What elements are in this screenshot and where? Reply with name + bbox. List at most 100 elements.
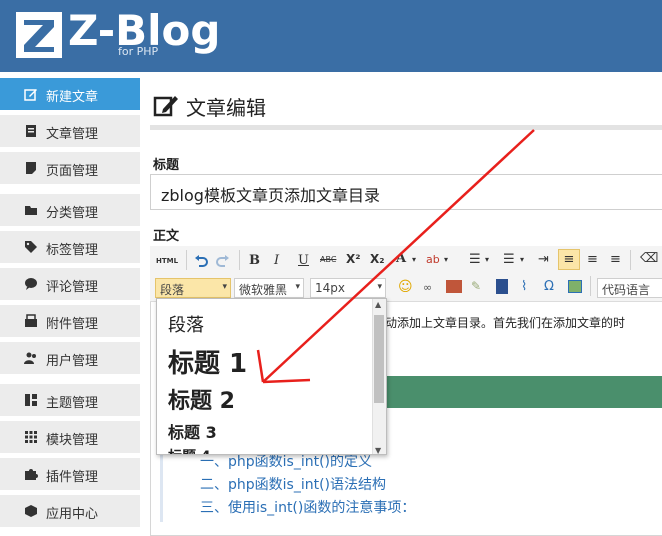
sidebar: 新建文章 文章管理 页面管理 分类管理 标签管理 评论管理 附件管理 用户管理 … [0,72,140,527]
edit-icon [24,89,37,101]
article-icon [26,125,36,137]
content-text: 动添加上文章目录。首先我们在添加文章的时 [385,316,626,330]
chevron-down-icon[interactable]: ▾ [444,255,448,264]
dropdown-item-paragraph[interactable]: 段落 [168,311,204,337]
page-icon [26,162,36,174]
sidebar-item-new-article[interactable]: 新建文章 [0,78,140,110]
font-select[interactable]: 微软雅黑 ▾ [234,278,304,298]
unordered-list-icon[interactable]: ☰ [503,252,515,267]
dropdown-scrollbar[interactable]: ▲ ▼ [372,299,386,454]
attachment-icon[interactable]: ⌇ [521,279,527,294]
sidebar-item-app-center[interactable]: 应用中心 [0,495,140,527]
logo-subtitle: for PHP [118,45,159,58]
html-button[interactable]: HTML [156,257,178,265]
editor-toolbar: HTML B I U ABC X² X₂ A ▾ ab ▾ ☰ ▾ ☰ ▾ ⇥ … [150,246,662,302]
chevron-down-icon[interactable]: ▾ [412,255,416,264]
sidebar-item-label: 模块管理 [46,433,99,448]
sidebar-item-label: 文章管理 [46,127,99,142]
subscript-button[interactable]: X₂ [370,252,385,266]
chevron-down-icon: ▾ [222,282,227,292]
undo-icon[interactable] [194,254,208,268]
dropdown-item-heading-4[interactable]: 标题 4 [168,446,211,454]
sidebar-item-pages[interactable]: 页面管理 [0,152,140,184]
map-icon[interactable] [568,280,582,293]
paste-icon[interactable]: ✎ [471,279,481,293]
sidebar-item-label: 页面管理 [46,164,99,179]
font-select-value: 微软雅黑 [239,283,288,297]
users-icon [24,352,36,364]
code-language-value: 代码语言 [602,283,651,297]
scrollbar-thumb[interactable] [374,315,384,403]
separator [186,250,187,270]
chevron-down-icon[interactable]: ▾ [520,255,524,264]
content-banner [380,376,662,408]
special-char-icon[interactable]: Ω [544,279,554,294]
sidebar-item-label: 主题管理 [46,396,99,411]
module-icon [25,431,37,443]
sidebar-item-comments[interactable]: 评论管理 [0,268,140,300]
sidebar-item-label: 插件管理 [46,470,99,485]
paragraph-select[interactable]: 段落 ▾ [155,278,231,298]
highlight-button[interactable]: ab [426,253,440,266]
app-center-icon [25,505,37,517]
scroll-up-icon[interactable]: ▲ [375,300,381,309]
sidebar-item-articles[interactable]: 文章管理 [0,115,140,147]
separator [239,250,240,270]
sidebar-item-label: 标签管理 [46,243,99,258]
align-center-icon[interactable]: ≡ [587,252,598,267]
align-right-icon[interactable]: ≡ [610,252,621,267]
title-label: 标题 [153,158,180,173]
font-size-select[interactable]: 14px ▾ [310,278,386,298]
title-input[interactable]: zblog模板文章页添加文章目录 [150,174,662,210]
video-icon[interactable] [496,279,508,294]
align-left-icon[interactable]: ≡ [558,249,580,270]
sidebar-item-label: 评论管理 [46,280,99,295]
redo-icon[interactable] [216,254,230,268]
image-icon[interactable] [446,280,462,293]
strikethrough-button[interactable]: ABC [320,255,336,264]
bold-button[interactable]: B [249,253,260,268]
tag-icon [25,241,37,253]
toc-item[interactable]: 二、php函数is_int()语法结构 [200,474,386,494]
paragraph-format-dropdown: 段落 标题 1 标题 2 标题 3 标题 4 ▲ ▼ [156,298,387,455]
sidebar-item-label: 用户管理 [46,354,99,369]
theme-icon [25,394,37,406]
font-color-button[interactable]: A [396,251,406,266]
sidebar-item-attachments[interactable]: 附件管理 [0,305,140,337]
sidebar-item-themes[interactable]: 主题管理 [0,384,140,416]
sidebar-item-tags[interactable]: 标签管理 [0,231,140,263]
emoji-icon[interactable]: ☺ [398,279,413,295]
comment-icon [25,278,37,290]
sidebar-item-users[interactable]: 用户管理 [0,342,140,374]
plugin-icon [25,469,38,480]
toc-item[interactable]: 三、使用is_int()函数的注意事项： [200,497,415,517]
sidebar-item-label: 分类管理 [46,206,99,221]
ordered-list-icon[interactable]: ☰ [469,252,481,267]
link-icon[interactable]: ∞ [423,281,432,294]
eraser-icon[interactable]: ⌫ [640,251,658,266]
sidebar-item-label: 应用中心 [46,507,99,522]
sidebar-item-label: 附件管理 [46,317,99,332]
italic-button[interactable]: I [274,253,279,268]
edit-icon [153,96,178,117]
sidebar-item-categories[interactable]: 分类管理 [0,194,140,226]
code-language-select[interactable]: 代码语言 [597,278,662,298]
chevron-down-icon: ▾ [377,282,382,292]
sidebar-item-plugins[interactable]: 插件管理 [0,458,140,490]
dropdown-item-heading-3[interactable]: 标题 3 [168,419,217,443]
sidebar-item-modules[interactable]: 模块管理 [0,421,140,453]
page-title: 文章编辑 [186,96,266,120]
separator [590,276,591,296]
indent-icon[interactable]: ⇥ [538,252,549,267]
body-label: 正文 [153,229,180,244]
sidebar-item-label: 新建文章 [46,90,99,105]
divider [150,125,662,130]
superscript-button[interactable]: X² [346,252,361,266]
dropdown-item-heading-1[interactable]: 标题 1 [168,343,247,380]
chevron-down-icon: ▾ [295,282,300,292]
scroll-down-icon[interactable]: ▼ [375,446,381,454]
underline-button[interactable]: U [298,253,309,268]
chevron-down-icon[interactable]: ▾ [485,255,489,264]
dropdown-item-heading-2[interactable]: 标题 2 [168,383,235,415]
attachment-icon [25,314,37,327]
